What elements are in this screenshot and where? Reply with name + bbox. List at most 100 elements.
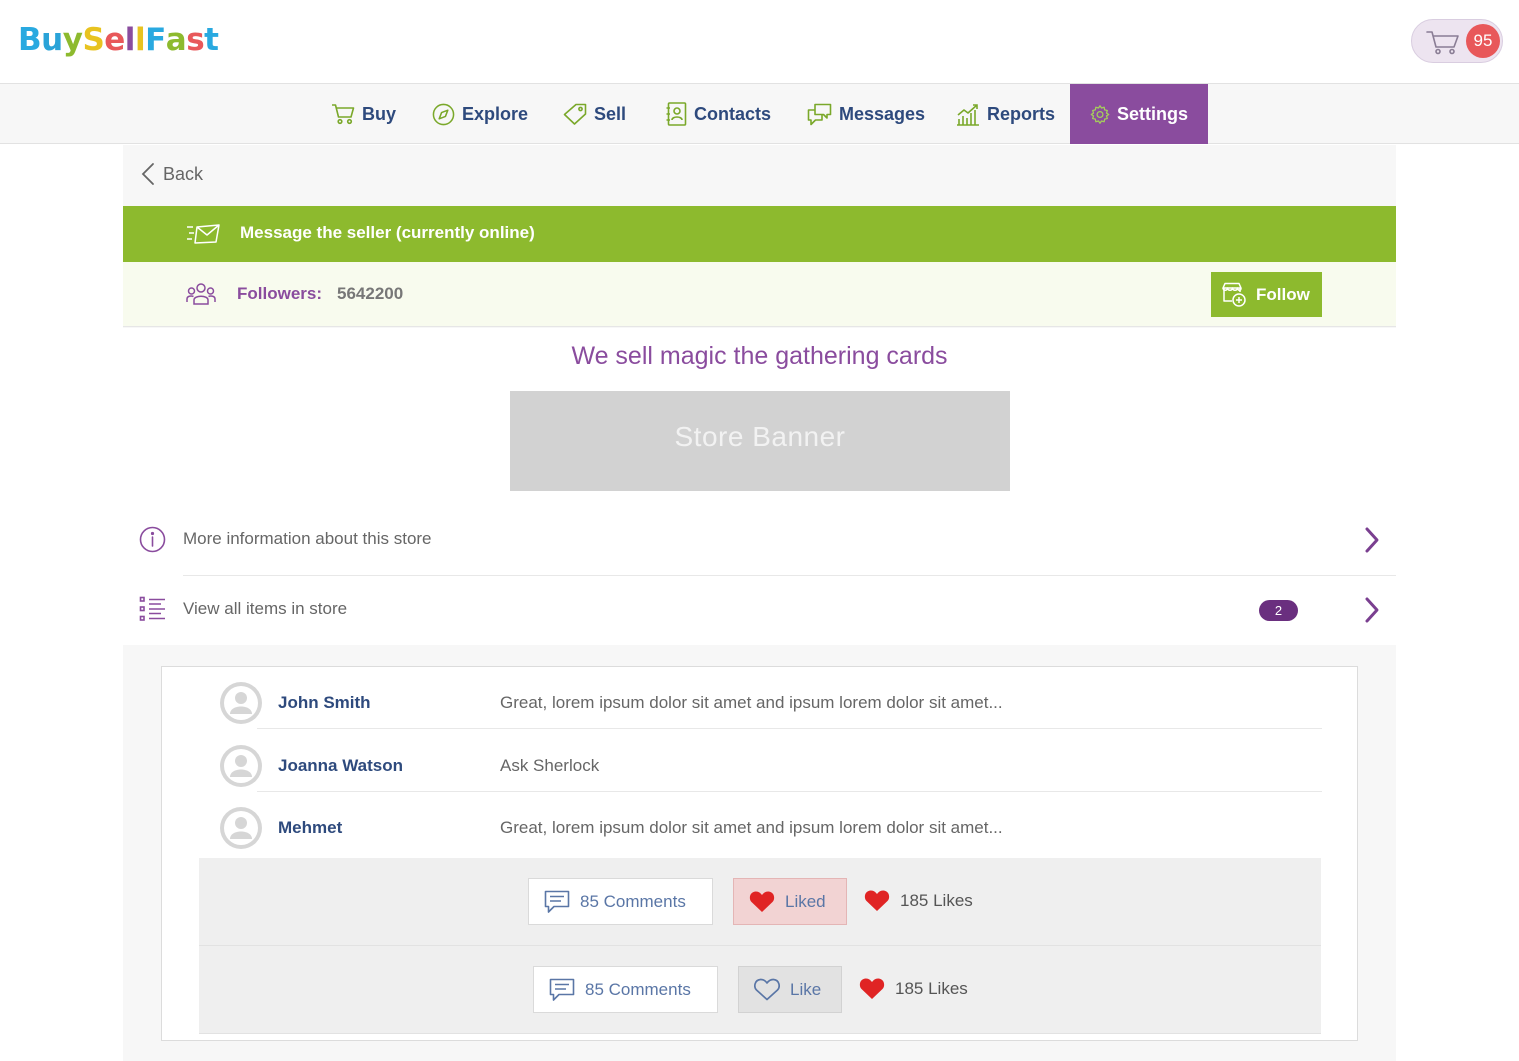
heart-outline-icon: [754, 978, 780, 1001]
back-label: Back: [163, 163, 204, 184]
cart-icon: [332, 104, 355, 125]
main-nav: Buy Explore Sell Contacts Messages Repor…: [0, 84, 1519, 144]
back-link[interactable]: Back: [141, 159, 203, 189]
logo-letter: l: [134, 22, 146, 58]
post-actions-row: 85 Comments Like 185 Likes: [199, 946, 1321, 1034]
buysellfast-logo[interactable]: BuySellFast: [18, 20, 219, 60]
nav-label: Reports: [987, 103, 1056, 124]
comments-label: 85 Comments: [580, 891, 686, 911]
info-icon: [139, 526, 166, 553]
store-add-icon: [1222, 282, 1246, 307]
post-actions-row: 85 Comments Liked 185 Likes: [199, 858, 1321, 946]
comment-item: Joanna Watson Ask Sherlock: [220, 730, 1322, 792]
heart-icon: [859, 978, 885, 999]
nav-label: Sell: [594, 103, 627, 124]
likes-count: 185 Likes: [859, 977, 968, 1000]
nav-item-explore[interactable]: Explore: [432, 84, 528, 144]
cart-button[interactable]: 95: [1411, 19, 1503, 63]
cart-count-badge: 95: [1466, 24, 1500, 58]
logo-letter: s: [186, 22, 205, 58]
nav-label: Explore: [462, 103, 529, 124]
comments-card: John Smith Great, lorem ipsum dolor sit …: [161, 666, 1358, 1041]
tag-icon: [563, 103, 587, 125]
likes-label: 185 Likes: [900, 890, 973, 910]
avatar[interactable]: [220, 745, 262, 787]
logo-letter: l: [124, 22, 136, 58]
comment-author[interactable]: John Smith: [278, 693, 371, 713]
logo-letter: a: [165, 22, 187, 58]
nav-label: Messages: [839, 103, 926, 124]
gear-icon: [1090, 104, 1110, 124]
comment-author[interactable]: Joanna Watson: [278, 756, 403, 776]
store-info-section: We sell magic the gathering cards Store …: [123, 328, 1396, 645]
logo-letter: F: [145, 22, 166, 58]
send-message-icon: [187, 224, 220, 244]
comments-button[interactable]: 85 Comments: [528, 878, 713, 925]
store-title: We sell magic the gathering cards: [571, 342, 948, 370]
likes-label: 185 Likes: [895, 978, 968, 998]
comment-item: Mehmet Great, lorem ipsum dolor sit amet…: [220, 792, 1322, 854]
chevron-right-icon: [1365, 597, 1379, 623]
chevron-right-icon: [1365, 527, 1379, 553]
likes-count: 185 Likes: [864, 889, 973, 912]
follow-label: Follow: [1256, 284, 1310, 304]
logo-letter: e: [104, 22, 125, 58]
items-count-badge: 2: [1259, 600, 1298, 621]
address-book-icon: [666, 102, 687, 126]
follow-button[interactable]: Follow: [1211, 272, 1322, 317]
logo-letter: y: [62, 22, 83, 58]
view-items-label: View all items in store: [183, 599, 348, 618]
app-header: BuySellFast 95: [0, 0, 1519, 84]
comments-label: 85 Comments: [585, 979, 691, 999]
followers-label: Followers:: [237, 284, 323, 303]
logo-letter: S: [82, 22, 105, 58]
nav-item-reports[interactable]: Reports: [956, 84, 1055, 144]
more-info-label: More information about this store: [183, 529, 432, 548]
like-label: Like: [790, 979, 822, 999]
logo-letter: t: [204, 22, 219, 58]
avatar[interactable]: [220, 807, 262, 849]
comment-text: Great, lorem ipsum dolor sit amet and ip…: [500, 693, 1003, 712]
list-icon: [139, 596, 165, 621]
message-seller-label: Message the seller (currently online): [240, 223, 535, 242]
compass-icon: [432, 103, 455, 125]
liked-button[interactable]: Liked: [733, 878, 847, 925]
chart-icon: [957, 104, 979, 126]
comments-button[interactable]: 85 Comments: [533, 966, 718, 1013]
nav-item-sell[interactable]: Sell: [563, 84, 626, 144]
avatar[interactable]: [220, 682, 262, 724]
nav-item-settings[interactable]: Settings: [1070, 84, 1208, 144]
like-button[interactable]: Like: [738, 966, 842, 1013]
nav-item-buy[interactable]: Buy: [331, 84, 396, 144]
logo-letter: B: [18, 22, 42, 58]
user-placeholder-icon: [224, 686, 258, 720]
nav-label: Buy: [362, 103, 397, 124]
comment-author[interactable]: Mehmet: [278, 818, 342, 838]
chat-icon: [807, 103, 832, 125]
nav-item-messages[interactable]: Messages: [807, 84, 925, 144]
logo-letter: u: [41, 22, 63, 58]
followers-count: 5642200: [337, 284, 404, 303]
user-placeholder-icon: [224, 811, 258, 845]
divider: [257, 728, 1322, 729]
comment-icon: [544, 890, 570, 913]
heart-icon: [864, 890, 890, 911]
heart-filled-icon: [749, 891, 775, 912]
nav-label: Contacts: [694, 103, 772, 124]
nav-item-contacts[interactable]: Contacts: [666, 84, 771, 144]
comment-icon: [549, 978, 575, 1001]
chevron-left-icon: [141, 163, 154, 185]
view-items-row[interactable]: View all items in store 2: [123, 574, 1396, 644]
comment-text: Ask Sherlock: [500, 756, 600, 775]
nav-label: Settings: [1116, 103, 1188, 124]
cart-icon: [1426, 31, 1459, 55]
comment-item: John Smith Great, lorem ipsum dolor sit …: [220, 667, 1322, 729]
comment-text: Great, lorem ipsum dolor sit amet and ip…: [500, 818, 1003, 837]
more-info-row[interactable]: More information about this store: [123, 504, 1396, 574]
user-placeholder-icon: [224, 749, 258, 783]
message-seller-bar[interactable]: Message the seller (currently online): [123, 206, 1396, 262]
followers-bar: Followers: 5642200 Follow: [123, 262, 1396, 327]
followers-icon: [186, 283, 216, 305]
liked-label: Liked: [785, 891, 826, 911]
store-banner: Store Banner: [510, 391, 1010, 491]
